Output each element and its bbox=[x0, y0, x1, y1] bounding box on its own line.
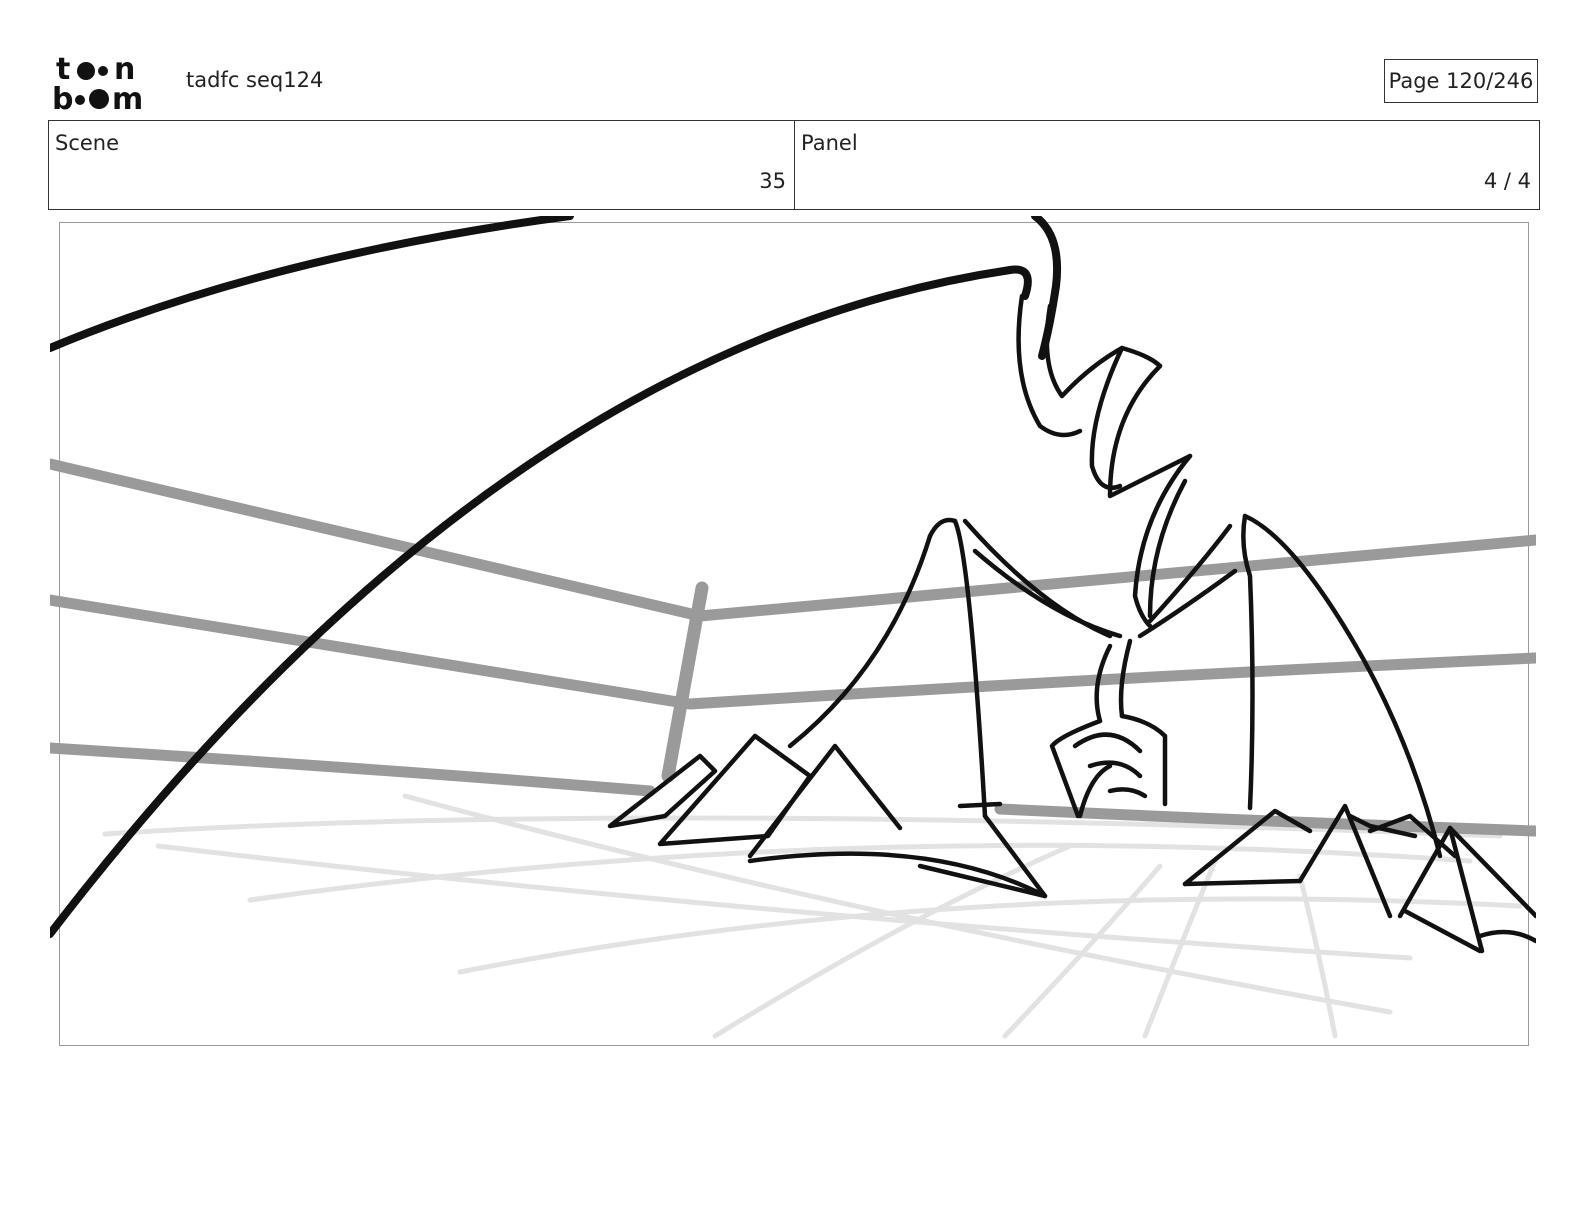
scene-panel-table: Scene 35 Panel 4 / 4 bbox=[48, 120, 1540, 210]
scene-label: Scene bbox=[55, 131, 120, 155]
document-title: tadfc seq124 bbox=[186, 68, 324, 92]
toon-boom-logo: t n b m bbox=[50, 52, 166, 117]
storyboard-sketch bbox=[50, 216, 1536, 1052]
panel-label: Panel bbox=[801, 131, 858, 155]
scene-number: 35 bbox=[759, 169, 786, 193]
svg-text:m: m bbox=[112, 82, 143, 112]
panel-number: 4 / 4 bbox=[1483, 169, 1531, 193]
scene-cell: Scene 35 bbox=[49, 121, 795, 209]
svg-text:b: b bbox=[52, 82, 73, 112]
page-indicator: Page 120/246 bbox=[1384, 59, 1538, 103]
ring-ropes bbox=[50, 458, 1536, 837]
panel-cell: Panel 4 / 4 bbox=[795, 121, 1539, 209]
